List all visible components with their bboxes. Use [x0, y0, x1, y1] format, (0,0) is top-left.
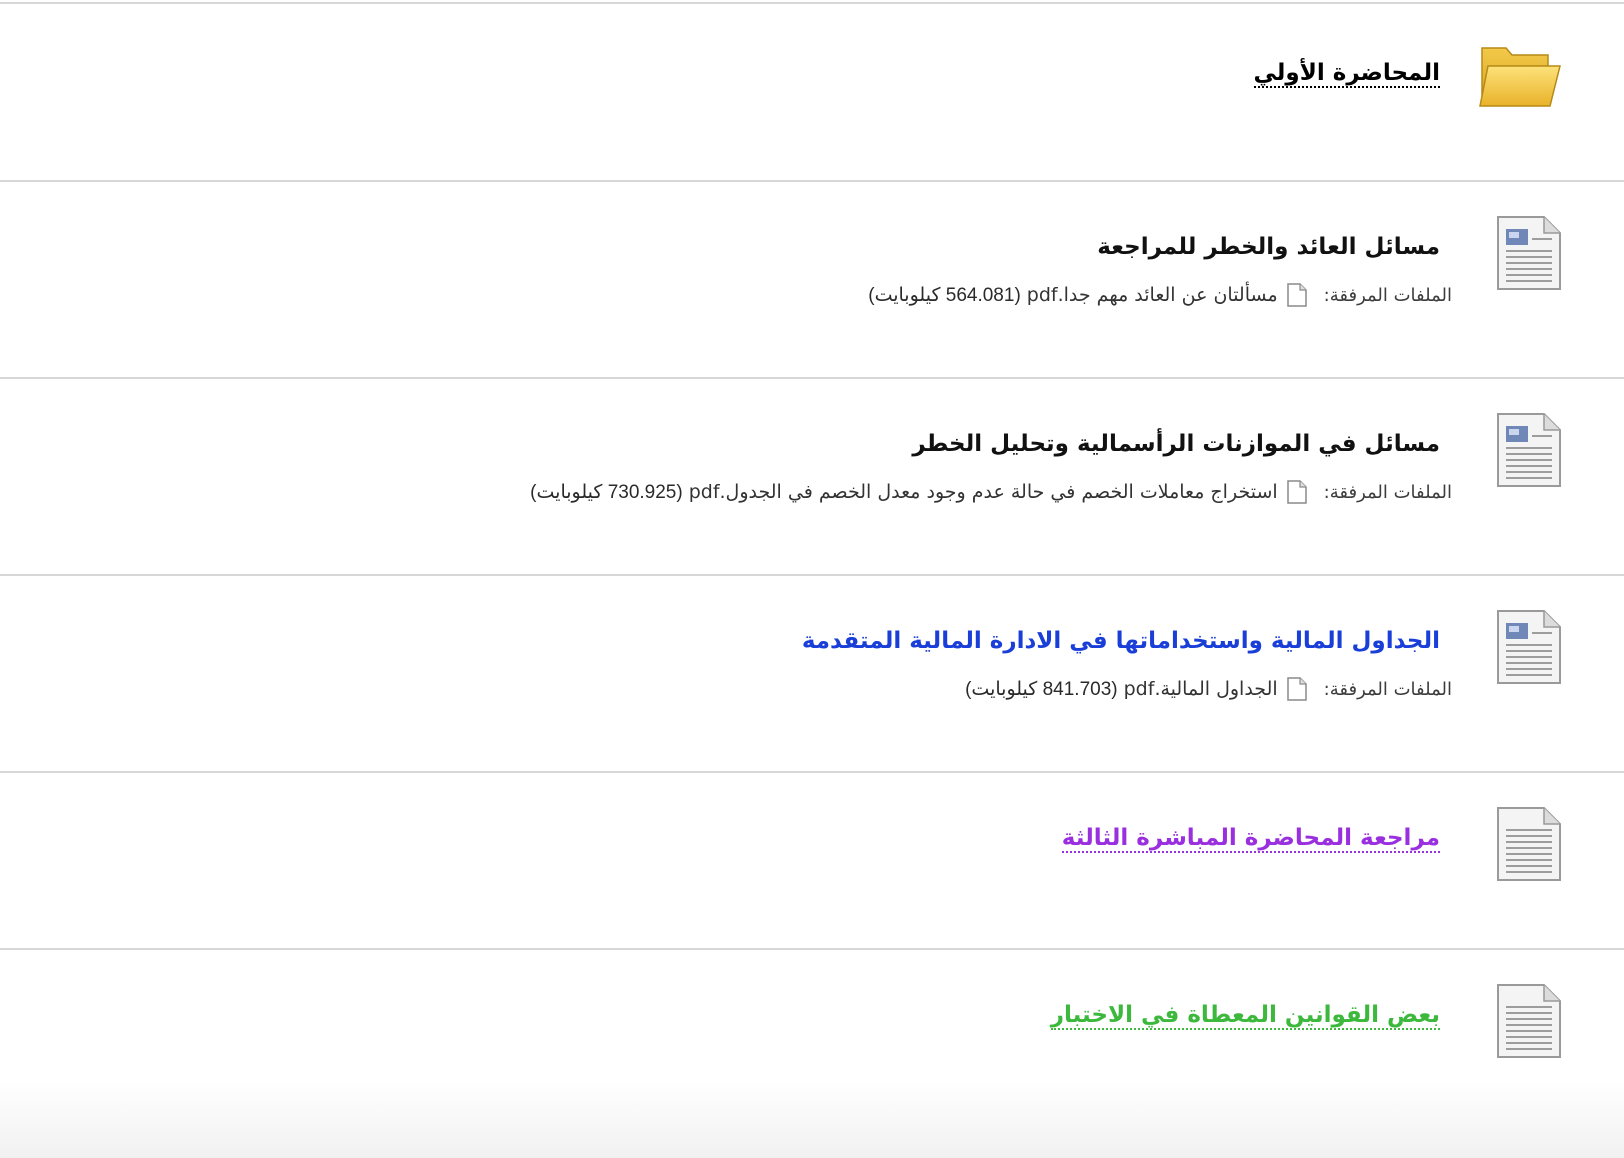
item-title[interactable]: مراجعة المحاضرة المباشرة الثالثة — [1061, 823, 1440, 857]
list-item-document: مسائل العائد والخطر للمراجعة الملفات الم… — [0, 182, 1624, 376]
list-item-document: مسائل في الموازنات الرأسمالية وتحليل الخ… — [0, 379, 1624, 573]
item-title[interactable]: المحاضرة الأولي — [1253, 58, 1440, 92]
item-title-text[interactable]: المحاضرة الأولي — [1253, 60, 1440, 88]
folder-icon — [1476, 42, 1562, 112]
attachments-row: الملفات المرفقة: مسألتان عن العائد مهم ج… — [868, 282, 1452, 308]
attachment-link[interactable]: الجداول المالية.pdf — [1124, 678, 1278, 700]
content-list: المحاضرة الأولي مسائل العائد والخطر للمر… — [0, 0, 1624, 1158]
document-icon — [1496, 215, 1562, 295]
file-icon — [1286, 282, 1308, 308]
item-title-text[interactable]: بعض القوانين المعطاة في الاختبار — [1050, 1002, 1440, 1030]
item-title[interactable]: بعض القوانين المعطاة في الاختبار — [1050, 1000, 1440, 1034]
attachment-file-size: (564.081 كيلوبايت) — [868, 284, 1021, 306]
document-icon — [1496, 609, 1562, 689]
list-item-folder: المحاضرة الأولي — [0, 2, 1624, 180]
document-icon — [1496, 983, 1562, 1063]
attachment-file-size: (730.925 كيلوبايت) — [530, 481, 683, 503]
attachment-file-name[interactable]: الجداول المالية.pdf — [1124, 678, 1278, 700]
attachments-label: الملفات المرفقة: — [1323, 284, 1452, 306]
item-title[interactable]: الجداول المالية واستخداماتها في الادارة … — [802, 626, 1440, 660]
list-item-document: مراجعة المحاضرة المباشرة الثالثة — [0, 773, 1624, 949]
file-icon — [1286, 479, 1308, 505]
document-icon — [1496, 412, 1562, 492]
item-title-text[interactable]: مراجعة المحاضرة المباشرة الثالثة — [1061, 825, 1440, 853]
attachment-link[interactable]: مسألتان عن العائد مهم جدا.pdf — [1027, 284, 1278, 306]
document-icon — [1496, 806, 1562, 886]
attachment-file-name[interactable]: مسألتان عن العائد مهم جدا.pdf — [1027, 284, 1278, 306]
attachments-label: الملفات المرفقة: — [1323, 678, 1452, 700]
file-icon — [1286, 676, 1308, 702]
attachment-file-size: (841.703 كيلوبايت) — [965, 678, 1118, 700]
attachment-file-name[interactable]: استخراج معاملات الخصم في حالة عدم وجود م… — [689, 481, 1278, 503]
item-title[interactable]: مسائل العائد والخطر للمراجعة — [1097, 232, 1440, 266]
attachments-row: الملفات المرفقة: استخراج معاملات الخصم ف… — [530, 479, 1452, 505]
item-title[interactable]: مسائل في الموازنات الرأسمالية وتحليل الخ… — [912, 429, 1440, 463]
list-item-document: بعض القوانين المعطاة في الاختبار — [0, 950, 1624, 1100]
attachments-label: الملفات المرفقة: — [1323, 481, 1452, 503]
list-item-document: الجداول المالية واستخداماتها في الادارة … — [0, 576, 1624, 770]
attachments-row: الملفات المرفقة: الجداول المالية.pdf (84… — [965, 676, 1452, 702]
attachment-link[interactable]: استخراج معاملات الخصم في حالة عدم وجود م… — [689, 481, 1278, 503]
